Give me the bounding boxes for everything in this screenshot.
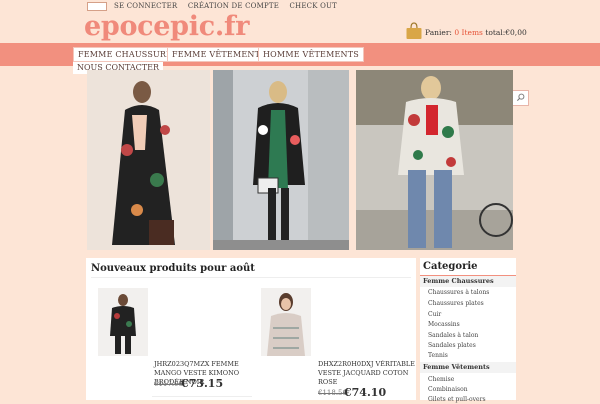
category-item[interactable]: Cuir: [428, 310, 441, 319]
category-panel: Categorie Femme Chaussures Chaussures à …: [420, 258, 516, 403]
product-price: €74.10: [344, 386, 387, 399]
category-item[interactable]: Sandales à talon: [428, 331, 478, 340]
checkout-link[interactable]: CHECK OUT: [290, 2, 338, 10]
category-item[interactable]: Chemise: [428, 375, 454, 384]
new-products-title: Nouveaux produits pour août: [91, 263, 255, 274]
product-old-price: €118.56: [318, 389, 347, 397]
product-image[interactable]: [261, 288, 311, 356]
category-item[interactable]: Combinaison: [428, 385, 468, 394]
category-group-femme-chaussures[interactable]: Femme Chaussures: [420, 276, 516, 287]
cart-total-label: total:: [485, 28, 506, 37]
cart-items-label: Items: [461, 28, 483, 37]
category-item[interactable]: Mocassins: [428, 320, 460, 329]
product-price: €73.15: [181, 377, 224, 390]
nav-femme-vetements[interactable]: FEMME VÊTEMENTS: [167, 47, 271, 62]
banner-photo-kimono[interactable]: [87, 70, 210, 250]
category-group-femme-vetements[interactable]: Femme Vêtements: [420, 362, 516, 373]
nav-homme-vetements[interactable]: HOMME VÊTEMENTS: [258, 47, 364, 62]
cart-summary[interactable]: Panier: 0 Items total:€0,00: [425, 28, 527, 37]
cart-label: Panier:: [425, 28, 452, 37]
product-old-price: €117.06: [154, 380, 183, 388]
divider: [91, 277, 411, 278]
product-name[interactable]: DHXZ2R0H0DXJ VÉRITABLE VESTE JACQUARD CO…: [318, 360, 418, 387]
search-icon[interactable]: [516, 93, 525, 102]
site-logo[interactable]: epocepic.fr: [84, 8, 250, 46]
shopping-bag-icon[interactable]: [405, 22, 423, 40]
cart-total: €0,00: [505, 28, 527, 37]
banner-photo-jacket[interactable]: [213, 70, 349, 250]
category-title: Categorie: [423, 261, 478, 272]
divider: [152, 396, 252, 397]
category-item[interactable]: Sandales plates: [428, 341, 476, 350]
category-item[interactable]: Tennis: [428, 351, 448, 360]
cart-count: 0: [454, 28, 460, 37]
banner-photo-floral[interactable]: [356, 70, 513, 250]
category-item[interactable]: Chaussures à talons: [428, 288, 489, 297]
category-item[interactable]: Chaussures plates: [428, 299, 484, 308]
product-image[interactable]: [98, 288, 148, 356]
new-products-panel: Nouveaux produits pour août JHRZ023Q7MZX…: [86, 258, 416, 400]
